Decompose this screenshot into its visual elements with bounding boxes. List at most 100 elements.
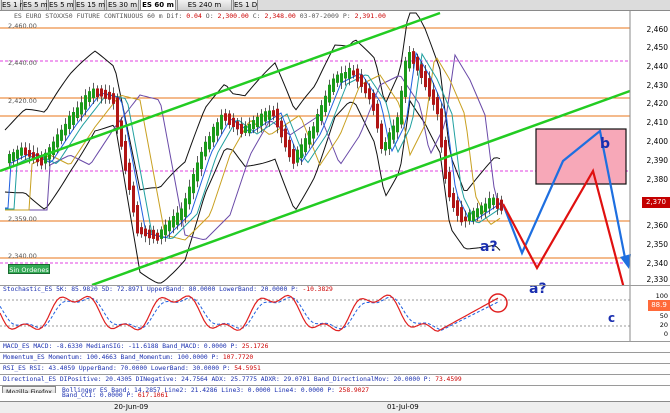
price-candle [216,118,219,142]
tab-es-5m-b[interactable]: ES 5 m [48,0,74,11]
candle-body [240,123,243,134]
y-axis-label: 2,380 [646,175,668,184]
indicator-row-macd[interactable]: MACD_ES MACD: -8.6330 MedianSIG: -11.618… [0,341,670,352]
price-candle [156,229,159,244]
price-candle [48,143,51,167]
candle-body [96,88,99,98]
price-candle [308,126,311,149]
candle-body [176,212,179,225]
candle-body [324,95,327,113]
candle-body [340,73,343,83]
candle-body [148,229,151,239]
price-candle [80,95,83,122]
candle-body [60,129,63,141]
y-axis-label: 2,360 [646,221,668,230]
price-candle [336,71,339,88]
momentum-title-text: Momentum_ES Momentum: 100.4663 Band_Mome… [3,354,223,361]
macd-title-text: MACD_ES MACD: -8.6330 MedianSIG: -11.618… [3,343,242,350]
price-candle [108,85,111,104]
tab-es-60m[interactable]: ES 60 m [140,0,176,11]
last-label: P: [342,12,355,20]
price-candle [276,102,279,134]
price-chart-pane[interactable]: ES EURO STOXX50 FUTURE CONTINUOUS 60 m D… [0,11,670,300]
candle-body [88,91,91,103]
indicator-row-directional[interactable]: Directional_ES DIPositive: 20.4305 DINeg… [0,374,670,385]
sin-ordenes-button[interactable]: Sin Ordenes [8,264,50,274]
candle-body [212,126,215,143]
price-candle [428,71,431,101]
candle-body [320,105,323,121]
y-axis-label: 2,400 [646,137,668,146]
price-candle [460,200,463,226]
candle-body [160,229,163,239]
indicator-row-rsi[interactable]: RSI_ES RSI: 43.4059 UpperBand: 70.0000 L… [0,363,670,374]
price-candle [64,118,67,141]
tab-es-15m[interactable]: ES 15 m [75,0,105,11]
date-label: 20-Jun-09 [114,403,149,411]
y-axis-label: 2,350 [646,240,668,249]
candle-body [312,126,315,139]
price-candle [448,166,451,202]
dif-value: 0.04 [186,12,202,20]
candle-body [492,197,495,206]
price-candle [316,108,319,136]
bar-date: 03-07-2009 [299,12,339,20]
price-candle [456,196,459,222]
candle-body [156,232,159,241]
price-candle [356,64,359,89]
candle-body [248,123,251,134]
tab-es-1d[interactable]: ES 1 D [233,0,258,11]
price-candle [196,155,199,188]
indicator-row-momentum[interactable]: Momentum_ES Momentum: 100.4663 Band_Mome… [0,352,670,363]
red-scenario-path [502,168,628,297]
tab-es-240m[interactable]: ES 240 m [177,0,232,11]
date-axis: 20-Jun-09 01-Jul-09 [0,401,670,413]
candle-body [128,162,131,190]
price-candle [88,86,91,107]
candle-body [456,200,459,216]
price-candle [124,134,127,175]
cci-title: Band_CCI: 0.0000 P: 617.1061 [62,392,168,399]
level-label: 2,460.00 [8,22,37,30]
candle-body [484,203,487,213]
blue-arrowhead [620,254,631,269]
price-candle [400,86,403,129]
tab-es-5m-a[interactable]: ES 5 m [22,0,48,11]
candle-body [232,117,235,128]
indicator-row-cci[interactable]: Band_CCI: 0.0000 P: 617.1061 [0,392,670,401]
rsi-title: RSI_ES RSI: 43.4059 UpperBand: 70.0000 L… [3,365,261,372]
price-candle [224,108,227,126]
price-candle [380,120,383,154]
candle-body [124,140,127,171]
price-candle [188,179,191,210]
candle-body [72,112,75,125]
candle-body [396,117,399,133]
price-candle [296,146,299,167]
candle-body [408,52,411,69]
price-candle [408,45,411,72]
candle-body [296,149,299,163]
tab-es-1m-a[interactable]: ES 1 m [1,0,27,11]
y-axis-label: 2,390 [646,156,668,165]
momentum-value: 107.7720 [222,354,254,361]
level-label: 2,420.00 [8,97,37,105]
stochastic-pane[interactable]: Stochastic_ES 5K: 85.9820 5D: 72.8971 Up… [0,285,670,342]
candle-body [268,110,271,120]
candle-body [120,120,123,147]
price-candle [104,84,107,104]
candle-body [136,205,139,234]
tab-es-30m[interactable]: ES 30 m [106,0,139,11]
candle-body [192,174,195,194]
candle-body [228,113,231,125]
price-candle [324,90,327,116]
price-candle [144,225,147,243]
candle-body [168,220,171,232]
candle-body [236,121,239,130]
candle-body [376,103,379,129]
y-axis-label: 2,440 [646,62,668,71]
candle-body [172,216,175,228]
stochastic-current-value: 88.9 [648,300,670,311]
candle-body [108,91,111,100]
price-candle [404,56,407,103]
macd-title: MACD_ES MACD: -8.6330 MedianSIG: -11.618… [3,343,268,350]
